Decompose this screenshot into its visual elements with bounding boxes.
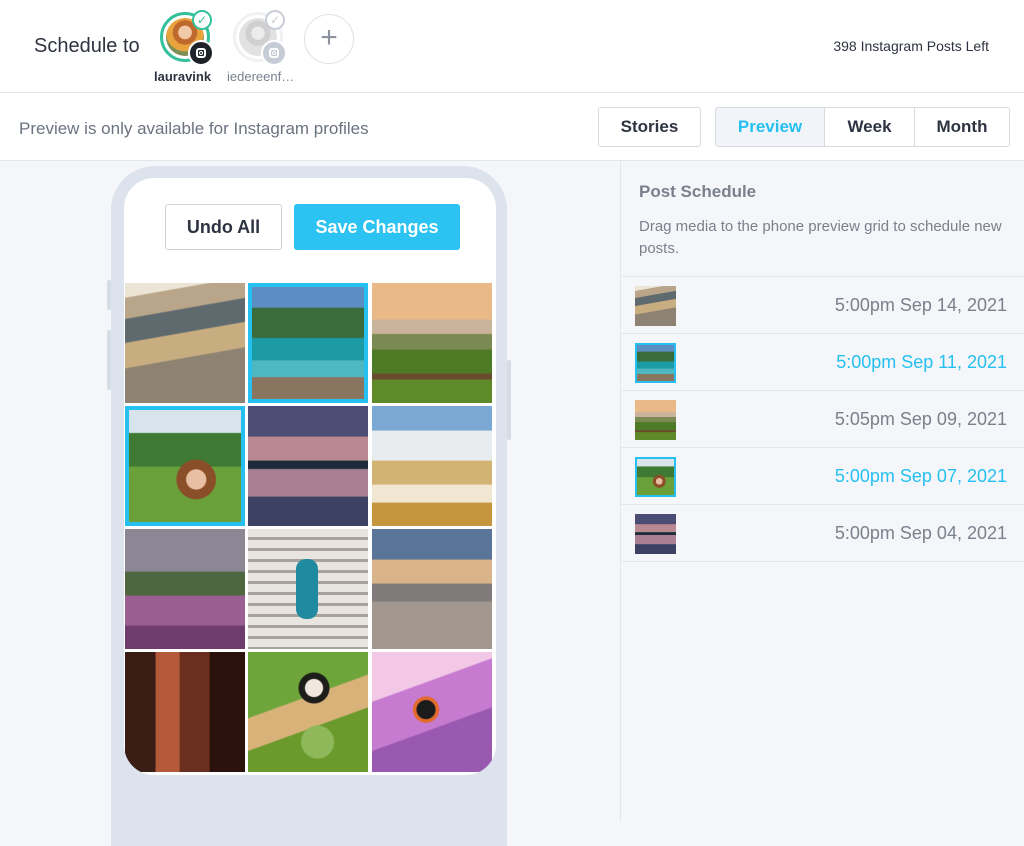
undo-all-button[interactable]: Undo All	[165, 204, 282, 250]
phone-side-button	[107, 280, 111, 310]
grid-tile-canyon[interactable]	[125, 652, 245, 772]
grid-tile-architecture[interactable]	[125, 283, 245, 403]
schedule-list: 5:00pm Sep 14, 2021 5:00pm Sep 11, 2021 …	[621, 276, 1024, 562]
scheduled-time: 5:00pm Sep 07, 2021	[834, 466, 1007, 486]
profile-lauravink[interactable]: ✓ lauravink	[154, 10, 218, 88]
tab-week[interactable]: Week	[824, 107, 915, 147]
phone-side-button	[507, 360, 511, 440]
grid-tile-lake[interactable]	[248, 406, 368, 526]
instagram-icon	[261, 40, 287, 66]
post-thumbnail[interactable]	[635, 514, 676, 554]
tab-preview[interactable]: Preview	[715, 107, 825, 147]
profile-name: lauravink	[154, 69, 212, 84]
schedule-row[interactable]: 5:00pm Sep 14, 2021	[621, 277, 1024, 334]
panel-title: Post Schedule	[639, 182, 757, 201]
schedule-row[interactable]: 5:00pm Sep 04, 2021	[621, 505, 1024, 562]
stories-button[interactable]: Stories	[598, 107, 701, 147]
post-thumbnail[interactable]	[635, 286, 676, 326]
phone-screen: Undo All Save Changes	[124, 178, 496, 775]
grid-tile-butterfly[interactable]	[372, 652, 492, 772]
grid-tile-field[interactable]	[372, 283, 492, 403]
grid-tile-dunes[interactable]	[372, 406, 492, 526]
post-thumbnail[interactable]	[635, 400, 676, 440]
phone-side-button	[107, 330, 111, 390]
profile-iedereenf[interactable]: ✓ iedereenf…	[227, 10, 294, 88]
preview-note: Preview is only available for Instagram …	[19, 119, 369, 138]
instagram-icon	[188, 40, 214, 66]
grid-tile-stairs[interactable]	[248, 529, 368, 649]
scheduled-time: 5:00pm Sep 14, 2021	[834, 295, 1007, 315]
post-thumbnail[interactable]	[635, 457, 676, 497]
panel-description: Drag media to the phone preview grid to …	[639, 218, 1002, 257]
posts-left-count: 398 Instagram Posts Left	[833, 38, 989, 54]
post-schedule-panel: Post Schedule Drag media to the phone pr…	[620, 161, 1024, 821]
grid-tile-portrait[interactable]	[125, 406, 245, 526]
grid-tile-beach[interactable]	[372, 529, 492, 649]
scheduled-time: 5:00pm Sep 11, 2021	[836, 352, 1007, 372]
scheduled-time: 5:00pm Sep 04, 2021	[834, 523, 1007, 543]
view-toolbar: Preview is only available for Instagram …	[0, 93, 1024, 161]
plus-icon: +	[320, 21, 338, 54]
scheduled-time: 5:05pm Sep 09, 2021	[834, 409, 1007, 429]
tab-month[interactable]: Month	[914, 107, 1010, 147]
profile-name: iedereenf…	[227, 69, 295, 84]
grid-tile-coast[interactable]	[248, 283, 368, 403]
schedule-row[interactable]: 5:05pm Sep 09, 2021	[621, 391, 1024, 448]
schedule-row[interactable]: 5:00pm Sep 11, 2021	[621, 334, 1024, 391]
checkmark-icon: ✓	[192, 10, 212, 30]
post-thumbnail[interactable]	[635, 343, 676, 383]
grid-tile-monkey[interactable]	[248, 652, 368, 772]
top-bar: Schedule to ✓ lauravink ✓ iedereenf… + 3…	[0, 0, 1024, 93]
grid-tile-heather[interactable]	[125, 529, 245, 649]
checkmark-icon: ✓	[265, 10, 285, 30]
add-profile-button[interactable]: +	[304, 14, 354, 64]
save-changes-button[interactable]: Save Changes	[294, 204, 460, 250]
schedule-row[interactable]: 5:00pm Sep 07, 2021	[621, 448, 1024, 505]
schedule-to-label: Schedule to	[34, 35, 140, 57]
